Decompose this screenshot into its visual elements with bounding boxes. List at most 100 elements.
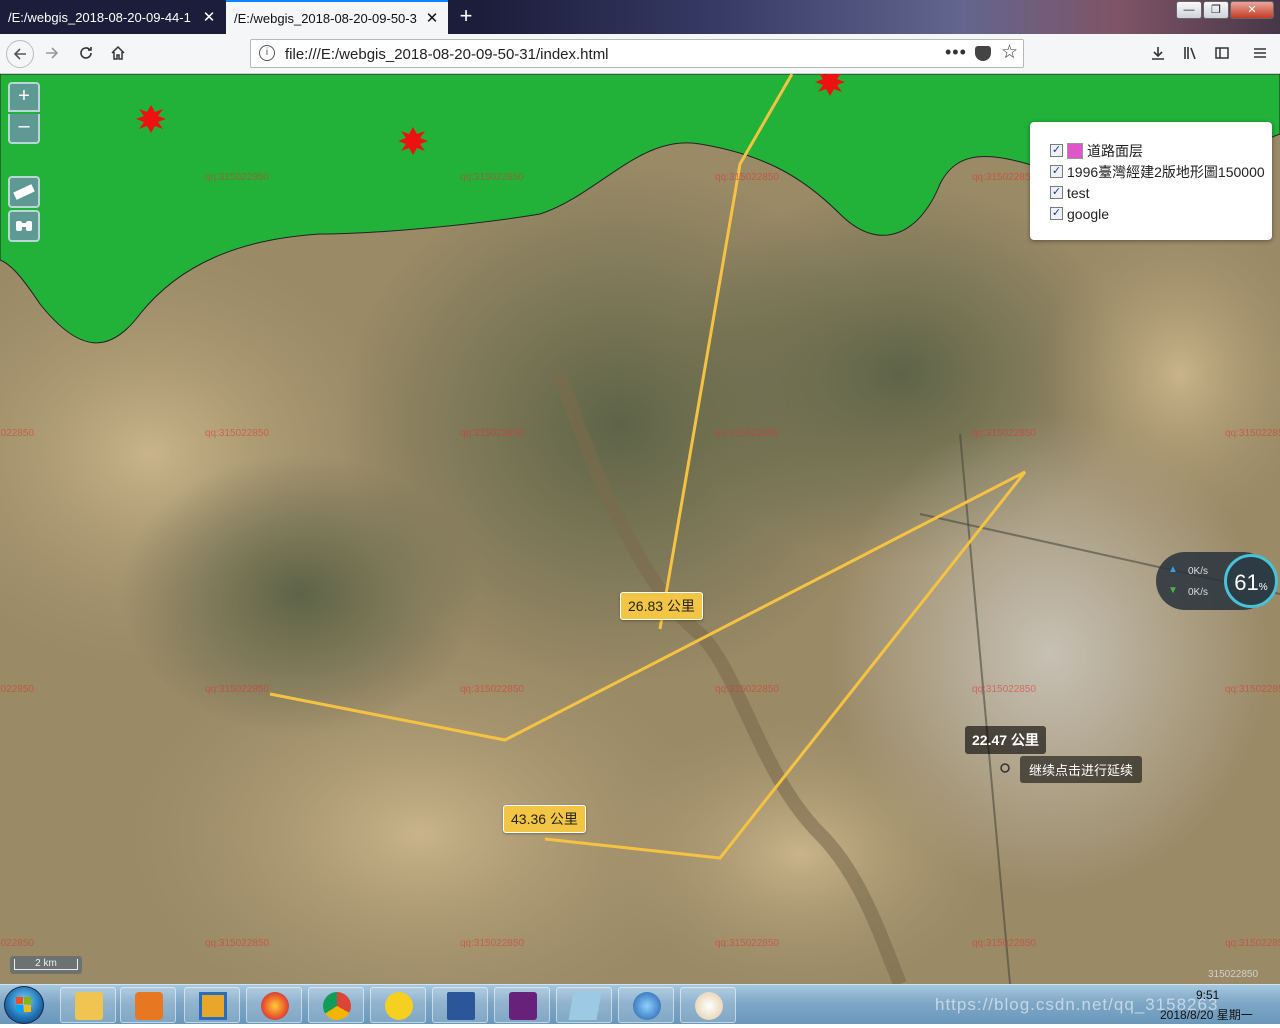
- taskbar-app[interactable]: [60, 987, 116, 1023]
- svg-text:qq:315022850: qq:315022850: [972, 172, 1036, 183]
- tab-1[interactable]: /E:/webgis_2018-08-20-09-44-1 ✕: [0, 0, 225, 34]
- download-arrow-icon: ▼: [1168, 585, 1178, 596]
- zoom-in-button[interactable]: +: [8, 82, 40, 112]
- taskbar: https://blog.csdn.net/qq_3158263 9:51 20…: [0, 984, 1280, 1024]
- menu-icon: [1254, 48, 1266, 58]
- music-app-icon: [385, 992, 413, 1020]
- scale-line: 2 km: [10, 956, 82, 974]
- tab-1-title: /E:/webgis_2018-08-20-09-44-1: [8, 9, 191, 25]
- window-minimize-button[interactable]: —: [1176, 1, 1202, 19]
- checkbox[interactable]: ✓: [1050, 165, 1063, 178]
- taskbar-app[interactable]: [308, 987, 364, 1023]
- taskbar-app[interactable]: [184, 987, 240, 1023]
- network-speed-widget[interactable]: ▲ 0K/s ▼ 0K/s 61%: [1156, 552, 1278, 610]
- clock-date[interactable]: 2018/8/20 星期一: [1160, 1006, 1253, 1023]
- taskbar-app[interactable]: [556, 987, 612, 1023]
- download-speed: 0K/s: [1188, 587, 1209, 598]
- upload-speed: 0K/s: [1188, 566, 1209, 577]
- scale-text: 2 km: [14, 959, 78, 970]
- page-actions-icon[interactable]: •••: [945, 42, 967, 63]
- svg-text:qq:315022850: qq:315022850: [460, 428, 524, 439]
- clock-time[interactable]: 9:51: [1196, 988, 1219, 1002]
- checkbox[interactable]: ✓: [1050, 186, 1063, 199]
- measure-total-label: 22.47 公里: [965, 726, 1046, 754]
- word-icon: [447, 992, 475, 1020]
- pocket-icon[interactable]: [975, 46, 991, 61]
- library-icon: [1184, 47, 1196, 60]
- info-icon[interactable]: i: [259, 45, 275, 61]
- taskbar-app[interactable]: [370, 987, 426, 1023]
- sidebar-button[interactable]: [1208, 40, 1236, 68]
- layer-item[interactable]: ✓ 1996臺灣經建2版地形圖150000: [1050, 161, 1272, 182]
- window-maximize-button[interactable]: ❐: [1203, 1, 1229, 19]
- usage-circle: 61%: [1224, 554, 1278, 608]
- layer-label: google: [1067, 205, 1110, 222]
- attribution-text: 315022850: [1208, 969, 1259, 980]
- measure-label: 43.36 公里: [503, 805, 586, 833]
- window-close-button[interactable]: ✕: [1230, 1, 1274, 19]
- taskbar-app[interactable]: [246, 987, 302, 1023]
- home-button[interactable]: [104, 40, 132, 68]
- back-button[interactable]: [6, 40, 34, 68]
- file-explorer-icon: [75, 992, 103, 1020]
- home-icon: [111, 45, 125, 60]
- bookmark-star-icon[interactable]: ☆: [1001, 41, 1018, 64]
- library-button[interactable]: [1176, 40, 1204, 68]
- taskbar-app[interactable]: [618, 987, 674, 1023]
- layer-item[interactable]: ✓ test: [1050, 182, 1272, 203]
- svg-text:qq:315022850: qq:315022850: [205, 172, 269, 183]
- layer-item[interactable]: ✓ 道路面层: [1050, 140, 1272, 161]
- url-bar[interactable]: i file:///E:/webgis_2018-08-20-09-50-31/…: [250, 39, 1024, 68]
- svg-text:qq:315022850: qq:315022850: [715, 428, 779, 439]
- svg-text:qq:315022850: qq:315022850: [0, 428, 34, 439]
- taskbar-app[interactable]: [120, 987, 176, 1023]
- svg-text:qq:315022850: qq:315022850: [1225, 684, 1280, 695]
- svg-text:qq:315022850: qq:315022850: [460, 172, 524, 183]
- locate-button[interactable]: [8, 210, 40, 242]
- binoculars-icon: [16, 221, 32, 231]
- measure-hint-tooltip: 继续点击进行延续: [1020, 756, 1143, 783]
- url-text[interactable]: file:///E:/webgis_2018-08-20-09-50-31/in…: [285, 46, 609, 63]
- close-icon[interactable]: ✕: [424, 9, 440, 27]
- new-tab-button[interactable]: +: [452, 2, 480, 30]
- visual-studio-icon: [509, 992, 537, 1020]
- usage-percent: 61%: [1234, 570, 1268, 595]
- svg-text:qq:315022850: qq:315022850: [972, 428, 1036, 439]
- download-button[interactable]: [1144, 40, 1172, 68]
- reload-button[interactable]: [72, 40, 100, 68]
- svg-text:qq:315022850: qq:315022850: [715, 684, 779, 695]
- chrome-icon: [323, 992, 351, 1020]
- tab-2-title: /E:/webgis_2018-08-20-09-50-3: [234, 10, 417, 26]
- svg-text:qq:315022850: qq:315022850: [205, 938, 269, 949]
- checkbox[interactable]: ✓: [1050, 207, 1063, 220]
- layer-swatch: [1067, 142, 1083, 159]
- app-window-icon: [199, 992, 227, 1020]
- tab-2[interactable]: /E:/webgis_2018-08-20-09-50-3 ✕: [226, 0, 448, 34]
- checkbox[interactable]: ✓: [1050, 144, 1063, 157]
- layer-label: 1996臺灣經建2版地形圖150000: [1067, 163, 1265, 180]
- forward-button[interactable]: [38, 40, 66, 68]
- editor-icon: [568, 992, 602, 1020]
- layer-switcher: ✓ 道路面层 ✓ 1996臺灣經建2版地形圖150000 ✓ test ✓ go…: [1030, 122, 1272, 240]
- globe-app-icon: [633, 992, 661, 1020]
- close-icon[interactable]: ✕: [201, 8, 217, 26]
- tab-bar: /E:/webgis_2018-08-20-09-44-1 ✕ /E:/webg…: [0, 0, 1280, 34]
- start-button[interactable]: [4, 986, 44, 1024]
- map-view[interactable]: qq:315022850 qq:315022850 qq:315022850 qq:3…: [0, 74, 1280, 984]
- taskbar-app[interactable]: [432, 987, 488, 1023]
- taskbar-app[interactable]: [680, 987, 736, 1023]
- svg-text:qq:315022850: qq:315022850: [1225, 938, 1280, 949]
- menu-button[interactable]: [1246, 40, 1274, 68]
- media-player-icon: [135, 992, 163, 1020]
- firefox-icon: [261, 992, 289, 1020]
- back-icon: [13, 48, 26, 60]
- zoom-out-button[interactable]: –: [8, 114, 40, 144]
- layer-label: test: [1067, 184, 1090, 201]
- taskbar-app[interactable]: [494, 987, 550, 1023]
- layer-item[interactable]: ✓ google: [1050, 203, 1272, 224]
- paint-icon: [695, 992, 723, 1020]
- sidebar-icon: [1215, 47, 1229, 59]
- svg-text:qq:315022850: qq:315022850: [205, 428, 269, 439]
- tab-bar-background: [480, 0, 1280, 34]
- measure-button[interactable]: [8, 176, 40, 208]
